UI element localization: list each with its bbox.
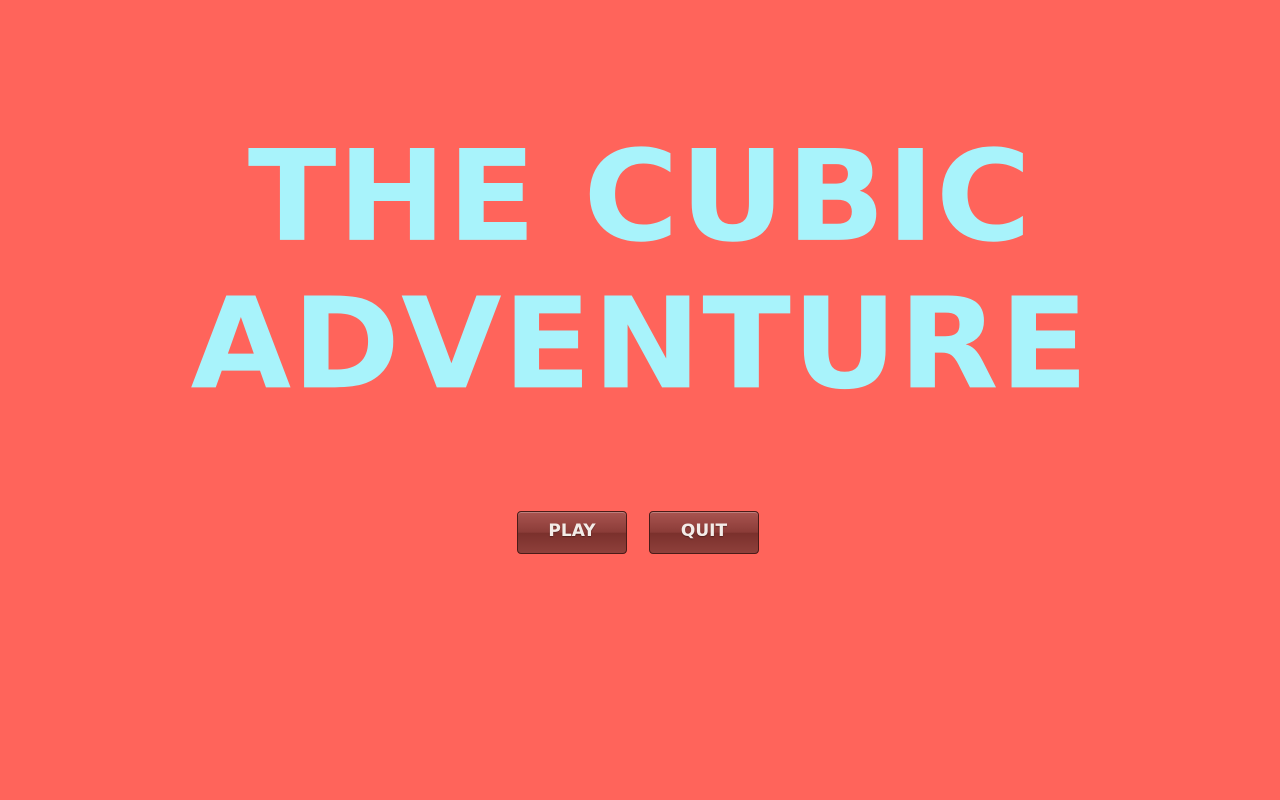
game-title-line-2: ADVENTURE: [190, 270, 1090, 418]
game-title-line-1: THE CUBIC: [247, 122, 1033, 270]
game-title: THE CUBIC ADVENTURE: [0, 123, 1280, 418]
main-menu: PLAY QUIT: [517, 511, 759, 555]
quit-button[interactable]: QUIT: [649, 511, 759, 554]
play-button[interactable]: PLAY: [517, 511, 627, 554]
